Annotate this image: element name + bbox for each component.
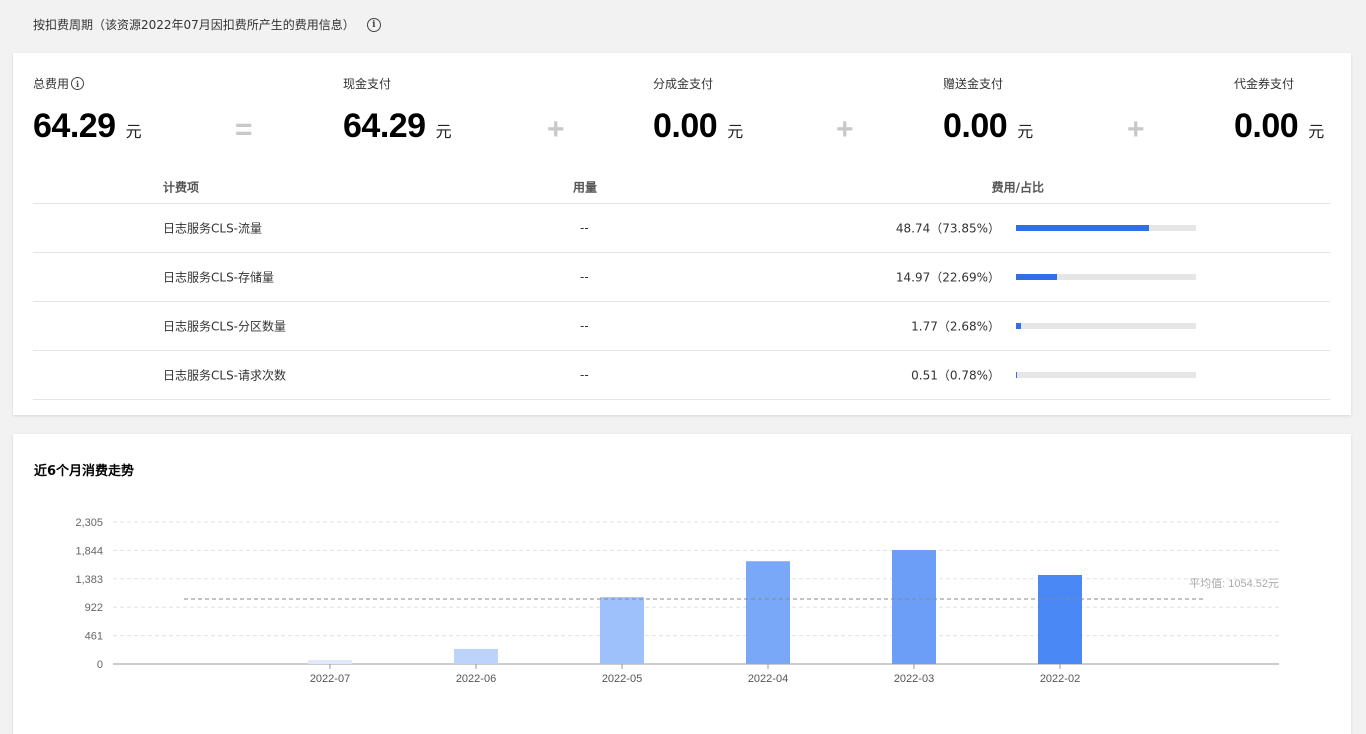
bar <box>308 660 352 664</box>
gift-payment-unit: 元 <box>1017 122 1034 141</box>
item-usage: -- <box>580 368 589 382</box>
bar <box>600 597 644 664</box>
y-tick-label: 0 <box>97 659 103 671</box>
gift-payment-amount: 0.00 元 <box>943 107 1033 146</box>
column-header-fee: 费用/占比 <box>991 180 1044 194</box>
bar <box>1038 574 1082 664</box>
share-payment-unit: 元 <box>727 122 744 141</box>
y-tick-label: 2,305 <box>75 517 103 529</box>
share-bar <box>1016 372 1196 378</box>
share-bar-fill <box>1016 323 1021 329</box>
y-tick-label: 922 <box>85 602 103 614</box>
item-fee: 14.97（22.69%） <box>895 270 1000 285</box>
table-row: 日志服务CLS-请求次数 -- 0.51（0.78%） <box>33 351 1330 400</box>
table-row: 日志服务CLS-流量 -- 48.74（73.85%） <box>33 204 1330 253</box>
voucher-payment-unit: 元 <box>1308 122 1325 141</box>
x-tick-label: 2022-05 <box>602 673 642 685</box>
share-bar <box>1016 225 1196 231</box>
voucher-payment-amount: 0.00 元 <box>1234 107 1324 146</box>
item-usage: -- <box>580 221 589 235</box>
x-tick-label: 2022-07 <box>310 673 350 685</box>
bar <box>454 648 498 664</box>
table-header-row: 计费项 用量 费用/占比 <box>33 170 1330 204</box>
item-fee: 1.77（2.68%） <box>911 319 1000 334</box>
y-tick-label: 1,383 <box>75 574 103 586</box>
billing-cycle-header: 按扣费周期（该资源2022年07月因扣费所产生的费用信息） i <box>33 16 381 33</box>
item-name: 日志服务CLS-请求次数 <box>163 368 287 383</box>
y-tick-label: 1,844 <box>75 545 103 557</box>
info-icon[interactable]: i <box>366 17 381 32</box>
share-bar-fill <box>1016 274 1057 280</box>
bar <box>892 550 936 664</box>
voucher-payment-value: 0.00 <box>1234 107 1299 145</box>
item-name: 日志服务CLS-分区数量 <box>163 319 287 334</box>
cash-payment-value: 64.29 <box>343 107 426 145</box>
info-icon[interactable]: i <box>71 77 85 90</box>
billing-items-table: 计费项 用量 费用/占比 日志服务CLS-流量 -- 48.74（73.85%）… <box>33 170 1330 400</box>
share-bar <box>1016 323 1196 329</box>
share-bar-fill <box>1016 225 1149 231</box>
gift-payment-label: 赠送金支付 <box>943 77 1004 91</box>
share-payment-label: 分成金支付 <box>653 77 714 91</box>
share-bar-fill <box>1016 372 1018 378</box>
item-name: 日志服务CLS-流量 <box>163 221 263 236</box>
column-header-item: 计费项 <box>163 180 200 194</box>
plus-sign: + <box>836 113 854 146</box>
x-tick-label: 2022-03 <box>894 673 934 685</box>
total-fee-unit: 元 <box>125 122 142 141</box>
average-label: 平均值: 1054.52元 <box>1189 577 1279 590</box>
plus-sign: + <box>1127 113 1145 146</box>
cash-payment-unit: 元 <box>435 122 452 141</box>
item-fee: 0.51（0.78%） <box>911 368 1000 383</box>
plus-sign: + <box>547 113 565 146</box>
item-usage: -- <box>580 319 589 333</box>
total-fee-value: 64.29 <box>33 107 116 145</box>
x-tick-label: 2022-04 <box>748 673 788 685</box>
total-fee-amount: 64.29 元 <box>33 107 142 146</box>
fee-summary-card: 总费用 i 64.29 元 = 现金支付 64.29 元 + 分成金支付 0.0… <box>13 53 1351 415</box>
share-payment-value: 0.00 <box>653 107 718 145</box>
cash-payment-label: 现金支付 <box>343 77 392 91</box>
voucher-payment-label: 代金券支付 <box>1234 77 1295 91</box>
table-row: 日志服务CLS-存储量 -- 14.97（22.69%） <box>33 253 1330 302</box>
total-fee-label-row: 总费用 i <box>33 75 85 92</box>
gift-payment-value: 0.00 <box>943 107 1008 145</box>
equals-sign: = <box>235 113 253 146</box>
x-tick-label: 2022-02 <box>1040 673 1080 685</box>
item-name: 日志服务CLS-存储量 <box>163 270 275 285</box>
item-fee: 48.74（73.85%） <box>895 221 1000 236</box>
total-fee-label: 总费用 <box>33 77 70 91</box>
share-bar <box>1016 274 1196 280</box>
column-header-usage: 用量 <box>573 180 598 194</box>
y-tick-label: 461 <box>85 631 103 643</box>
trend-card: 近6个月消费走势 0 461 922 1,383 1,844 2,305 2022-07 20… <box>13 434 1351 734</box>
share-payment-amount: 0.00 元 <box>653 107 743 146</box>
cash-payment-amount: 64.29 元 <box>343 107 452 146</box>
table-row: 日志服务CLS-分区数量 -- 1.77（2.68%） <box>33 302 1330 351</box>
billing-cycle-text: 按扣费周期（该资源2022年07月因扣费所产生的费用信息） <box>33 18 355 32</box>
x-tick-label: 2022-06 <box>456 673 496 685</box>
trend-bar-chart: 0 461 922 1,383 1,844 2,305 2022-07 2022-06 2022… <box>75 517 1279 685</box>
item-usage: -- <box>580 270 589 284</box>
bar <box>746 561 790 664</box>
